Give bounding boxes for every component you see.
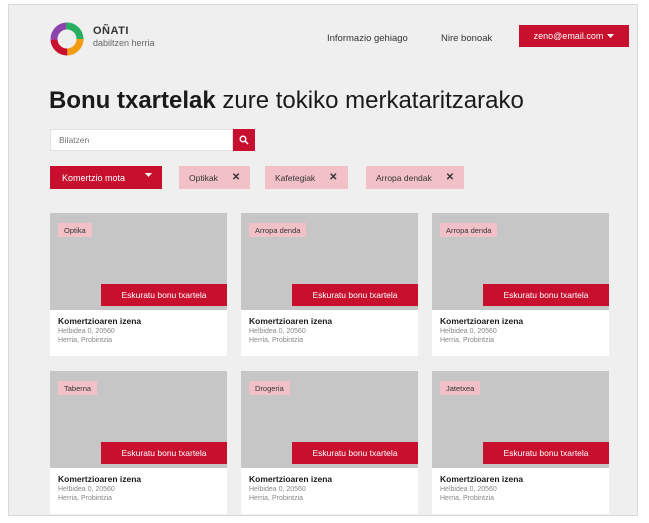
close-icon[interactable]: ✕ — [329, 172, 337, 183]
page-title-bold: Bonu txartelak — [49, 87, 216, 114]
category-badge: Drogeria — [249, 381, 290, 395]
shop-city: Herria, Probintzia — [58, 495, 113, 502]
nav-link-info[interactable]: Informazio gehiago — [327, 33, 408, 44]
shop-address: Helbidea 0, 20560 — [58, 486, 115, 493]
shop-name: Komertzioaren izena — [249, 316, 333, 326]
category-badge: Arropa denda — [440, 223, 498, 237]
get-voucher-button[interactable]: Eskuratu bonu txartela — [483, 442, 609, 464]
category-badge: Taberna — [58, 381, 98, 395]
account-email: zeno@email.com — [533, 31, 604, 41]
get-voucher-button[interactable]: Eskuratu bonu txartela — [292, 284, 418, 306]
shop-address: Helbidea 0, 20560 — [249, 328, 306, 335]
shop-card: Arropa denda Eskuratu bonu txartela Kome… — [241, 213, 418, 356]
shop-card: Taberna Eskuratu bonu txartela Komertzio… — [50, 371, 227, 514]
filter-chip[interactable]: Kafetegiak ✕ — [265, 166, 348, 189]
filter-chip-label: Arropa dendak — [376, 172, 432, 183]
shop-card: Jatetxea Eskuratu bonu txartela Komertzi… — [432, 371, 609, 514]
search-button[interactable] — [233, 129, 255, 151]
brand: OÑATI dabiltzen herria — [93, 25, 155, 48]
shop-address: Helbidea 0, 20560 — [440, 486, 497, 493]
shop-city: Herria, Probintzia — [440, 495, 495, 502]
close-icon[interactable]: ✕ — [232, 172, 240, 183]
close-icon[interactable]: ✕ — [446, 172, 454, 183]
shop-address: Helbidea 0, 20560 — [58, 328, 115, 335]
category-dropdown-label: Komertzio mota — [62, 172, 126, 183]
top-bar: OÑATI dabiltzen herria Informazio gehiag… — [9, 5, 637, 67]
shop-name: Komertzioaren izena — [58, 316, 142, 326]
get-voucher-button[interactable]: Eskuratu bonu txartela — [483, 284, 609, 306]
filter-chip-label: Kafetegiak — [275, 172, 316, 183]
shop-card: Optika Eskuratu bonu txartela Komertzioa… — [50, 213, 227, 356]
shop-name: Komertzioaren izena — [249, 474, 333, 484]
shop-name: Komertzioaren izena — [440, 474, 524, 484]
chevron-down-icon — [145, 173, 152, 177]
page-title: Bonu txartelak zure tokiko merkataritzar… — [49, 87, 524, 115]
shop-card: Arropa denda Eskuratu bonu txartela Kome… — [432, 213, 609, 356]
category-badge: Arropa denda — [249, 223, 307, 237]
chevron-down-icon — [607, 33, 615, 38]
shop-city: Herria, Probintzia — [249, 337, 304, 344]
brand-logo[interactable] — [49, 21, 85, 57]
get-voucher-button[interactable]: Eskuratu bonu txartela — [292, 442, 418, 464]
shop-card: Drogeria Eskuratu bonu txartela Komertzi… — [241, 371, 418, 514]
filter-chip-label: Optikak — [189, 172, 218, 183]
account-menu-button[interactable]: zeno@email.com — [519, 25, 629, 47]
page-title-rest: zure tokiko merkataritzarako — [215, 87, 524, 114]
shop-address: Helbidea 0, 20560 — [249, 486, 306, 493]
category-badge: Jatetxea — [440, 381, 481, 395]
brand-name: OÑATI — [93, 25, 129, 37]
shop-name: Komertzioaren izena — [440, 316, 524, 326]
shop-city: Herria, Probintzia — [249, 495, 304, 502]
nav-link-my-bonus[interactable]: Nire bonoak — [441, 33, 492, 44]
search-input[interactable] — [50, 129, 233, 151]
get-voucher-button[interactable]: Eskuratu bonu txartela — [101, 442, 227, 464]
filter-chip[interactable]: Arropa dendak ✕ — [366, 166, 465, 189]
shop-name: Komertzioaren izena — [58, 474, 142, 484]
filter-chip[interactable]: Optikak ✕ — [179, 166, 251, 189]
shop-city: Herria, Probintzia — [58, 337, 113, 344]
shop-city: Herria, Probintzia — [440, 337, 495, 344]
shop-address: Helbidea 0, 20560 — [440, 328, 497, 335]
search-icon — [239, 135, 249, 145]
category-dropdown[interactable]: Komertzio mota — [50, 166, 162, 189]
category-badge: Optika — [58, 223, 92, 237]
page-frame: OÑATI dabiltzen herria Informazio gehiag… — [8, 4, 638, 516]
brand-tagline: dabiltzen herria — [93, 38, 155, 48]
get-voucher-button[interactable]: Eskuratu bonu txartela — [101, 284, 227, 306]
